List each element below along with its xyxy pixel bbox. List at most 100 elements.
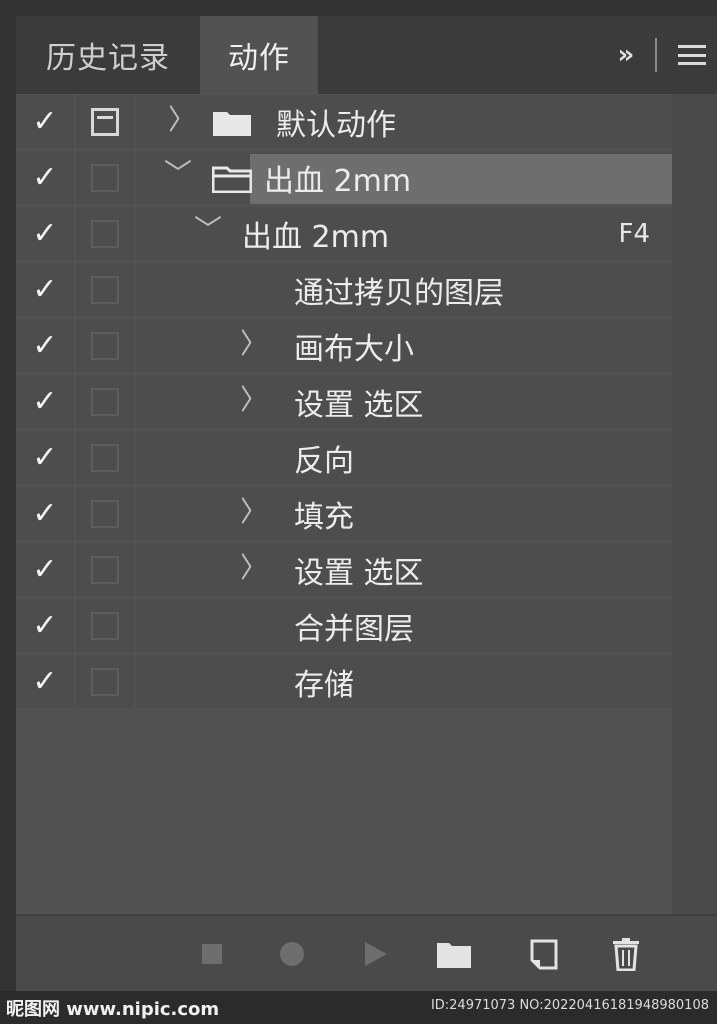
stop-button[interactable] xyxy=(192,934,232,974)
toggle-dialog[interactable] xyxy=(76,375,134,428)
checkmark-icon: ✓ xyxy=(32,439,58,475)
toggle-item-check[interactable]: ✓ xyxy=(16,599,74,652)
command-row[interactable]: ✓ 通过拷贝的图层 xyxy=(16,262,672,317)
action-shortcut: F4 xyxy=(618,218,651,249)
toggle-dialog[interactable] xyxy=(76,319,134,372)
record-button[interactable] xyxy=(272,934,312,974)
toggle-item-check[interactable]: ✓ xyxy=(16,151,74,204)
dialog-toggle-icon xyxy=(91,667,119,696)
chevron-right-icon[interactable]: 〉 xyxy=(240,497,268,527)
dialog-toggle-icon xyxy=(91,163,119,192)
toggle-dialog[interactable] xyxy=(76,543,134,596)
chevron-right-icon[interactable]: 〉 xyxy=(240,553,268,583)
dialog-toggle-icon xyxy=(91,443,119,472)
dialog-toggle-icon xyxy=(91,555,119,584)
command-label: 填充 xyxy=(294,499,354,535)
command-label: 设置 选区 xyxy=(294,387,424,423)
command-cell[interactable]: 〉 画布大小 xyxy=(136,319,672,372)
chevron-right-icon[interactable]: 〉 xyxy=(168,105,196,135)
watermark-bar: 昵图网 www.nipic.com ID:24971073 NO:2022041… xyxy=(0,991,717,1024)
command-cell[interactable]: 〉 设置 选区 xyxy=(136,375,672,428)
checkmark-icon: ✓ xyxy=(32,495,58,531)
action-row[interactable]: ✓ ﹀ 出血 2mm F4 xyxy=(16,206,672,261)
checkmark-icon: ✓ xyxy=(32,663,58,699)
command-label: 存储 xyxy=(294,667,354,703)
action-set-cell[interactable]: ﹀ 出血 2mm xyxy=(136,151,672,204)
command-cell[interactable]: 存储 xyxy=(136,655,672,708)
checkmark-icon: ✓ xyxy=(32,215,58,251)
command-row[interactable]: ✓ 〉 设置 选区 xyxy=(16,542,672,597)
watermark-site: 昵图网 www.nipic.com xyxy=(6,999,220,1020)
chevron-down-icon[interactable]: ﹀ xyxy=(194,215,222,245)
command-cell[interactable]: 合并图层 xyxy=(136,599,672,652)
action-set-label: 默认动作 xyxy=(276,107,396,143)
command-cell[interactable]: 〉 设置 选区 xyxy=(136,543,672,596)
toggle-dialog[interactable] xyxy=(76,151,134,204)
toggle-dialog[interactable] xyxy=(76,599,134,652)
actions-panel: 历史记录 动作 » ✓ 〉 默认动作 ✓ ﹀ 出血 2mm ✓ ﹀ 出血 2mm… xyxy=(16,16,717,993)
dialog-toggle-icon xyxy=(91,331,119,360)
action-set-row[interactable]: ✓ 〉 默认动作 xyxy=(16,94,672,149)
new-action-button[interactable] xyxy=(522,934,566,974)
command-row[interactable]: ✓ 反向 xyxy=(16,430,672,485)
command-label: 设置 选区 xyxy=(294,555,424,591)
toggle-item-check[interactable]: ✓ xyxy=(16,543,74,596)
divider xyxy=(655,38,658,72)
delete-button[interactable] xyxy=(604,934,648,974)
toggle-item-check[interactable]: ✓ xyxy=(16,263,74,316)
command-row[interactable]: ✓ 〉 画布大小 xyxy=(16,318,672,373)
folder-open-icon xyxy=(212,166,252,193)
checkmark-icon: ✓ xyxy=(32,159,58,195)
command-row[interactable]: ✓ 合并图层 xyxy=(16,598,672,653)
chevron-right-icon[interactable]: 〉 xyxy=(240,329,268,359)
tab-history[interactable]: 历史记录 xyxy=(16,16,200,94)
toggle-item-check[interactable]: ✓ xyxy=(16,207,74,260)
tab-actions[interactable]: 动作 xyxy=(200,16,318,94)
toggle-item-check[interactable]: ✓ xyxy=(16,319,74,372)
command-label: 画布大小 xyxy=(294,331,414,367)
command-cell[interactable]: 反向 xyxy=(136,431,672,484)
action-set-row[interactable]: ✓ ﹀ 出血 2mm xyxy=(16,150,672,205)
command-row[interactable]: ✓ 〉 设置 选区 xyxy=(16,374,672,429)
scrollbar-track[interactable] xyxy=(672,94,717,929)
actions-toolbar xyxy=(16,914,717,993)
toggle-dialog[interactable] xyxy=(76,431,134,484)
dialog-toggle-icon xyxy=(91,275,119,304)
action-cell[interactable]: ﹀ 出血 2mm F4 xyxy=(136,207,672,260)
new-action-icon xyxy=(530,939,558,970)
action-set-cell[interactable]: 〉 默认动作 xyxy=(136,95,672,148)
new-set-folder-icon xyxy=(437,943,471,968)
command-cell[interactable]: 〉 填充 xyxy=(136,487,672,540)
toggle-dialog[interactable] xyxy=(76,207,134,260)
stop-icon xyxy=(202,944,222,964)
checkmark-icon: ✓ xyxy=(32,103,58,139)
toggle-item-check[interactable]: ✓ xyxy=(16,655,74,708)
expand-panel-icon[interactable]: » xyxy=(618,40,635,70)
dialog-toggle-icon xyxy=(91,387,119,416)
toggle-item-check[interactable]: ✓ xyxy=(16,431,74,484)
trash-icon xyxy=(613,938,639,971)
toggle-item-check[interactable]: ✓ xyxy=(16,95,74,148)
dialog-toggle-icon xyxy=(91,107,119,136)
command-cell[interactable]: 通过拷贝的图层 xyxy=(136,263,672,316)
chevron-down-icon[interactable]: ﹀ xyxy=(164,159,192,189)
toggle-item-check[interactable]: ✓ xyxy=(16,487,74,540)
panel-frame: 历史记录 动作 » ✓ 〉 默认动作 ✓ ﹀ 出血 2mm ✓ ﹀ 出血 2mm… xyxy=(0,0,717,1024)
action-label: 出血 2mm xyxy=(242,219,390,255)
chevron-right-icon[interactable]: 〉 xyxy=(240,385,268,415)
new-set-button[interactable] xyxy=(432,934,476,974)
toggle-dialog[interactable] xyxy=(76,263,134,316)
toggle-item-check[interactable]: ✓ xyxy=(16,375,74,428)
play-button[interactable] xyxy=(356,934,396,974)
watermark-id: ID:24971073 NO:20220416181948980108 xyxy=(430,998,709,1013)
command-label: 反向 xyxy=(294,443,354,479)
checkmark-icon: ✓ xyxy=(32,551,58,587)
toggle-dialog[interactable] xyxy=(76,655,134,708)
command-row[interactable]: ✓ 〉 填充 xyxy=(16,486,672,541)
panel-menu-icon[interactable] xyxy=(678,45,707,65)
action-set-label: 出血 2mm xyxy=(264,163,412,199)
toggle-dialog[interactable] xyxy=(76,487,134,540)
checkmark-icon: ✓ xyxy=(32,327,58,363)
command-row[interactable]: ✓ 存储 xyxy=(16,654,672,709)
toggle-dialog[interactable] xyxy=(76,95,134,148)
